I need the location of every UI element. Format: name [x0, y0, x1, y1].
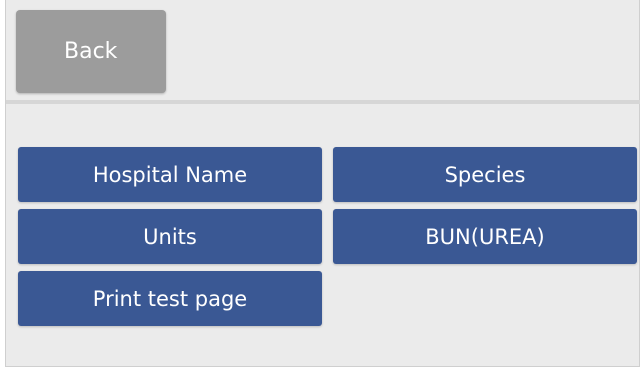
species-label: Species: [444, 162, 526, 187]
bun-urea-label: BUN(UREA): [425, 224, 545, 249]
hospital-name-label: Hospital Name: [92, 162, 248, 187]
units-button[interactable]: Units: [18, 209, 322, 264]
units-label: Units: [143, 224, 197, 249]
back-button-label: Back: [64, 39, 118, 64]
hospital-name-button[interactable]: Hospital Name: [18, 147, 322, 202]
back-button[interactable]: Back: [16, 10, 166, 93]
species-button[interactable]: Species: [333, 147, 637, 202]
header-divider: [6, 100, 640, 104]
bun-urea-button[interactable]: BUN(UREA): [333, 209, 637, 264]
print-test-page-button[interactable]: Print test page: [18, 271, 322, 326]
print-test-page-label: Print test page: [92, 286, 248, 311]
